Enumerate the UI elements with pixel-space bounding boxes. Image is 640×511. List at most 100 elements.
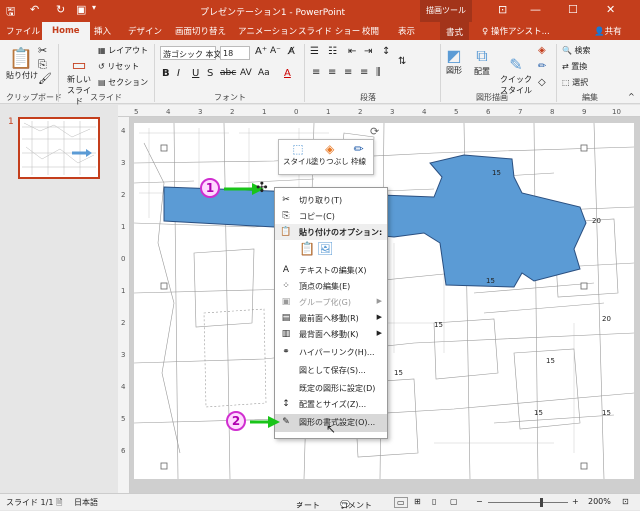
tab-file[interactable]: ファイル	[6, 25, 40, 37]
tab-insert[interactable]: 挿入	[94, 25, 111, 37]
ribbon-separator	[304, 44, 305, 102]
spellcheck-icon[interactable]: 🗎	[56, 497, 62, 511]
find-button[interactable]: 🔍 検索	[562, 45, 591, 56]
map-label-20: 20	[592, 217, 601, 225]
shape-outline-icon[interactable]: ✏	[538, 61, 546, 72]
select-button[interactable]: ⬚ 選択	[562, 77, 588, 88]
bold-icon[interactable]: B	[162, 68, 170, 79]
tab-transitions[interactable]: 画面切り替え	[175, 25, 226, 37]
reading-view-icon[interactable]: ▯	[432, 497, 436, 506]
arrange-button[interactable]: ⧉ 配置	[474, 46, 490, 77]
map-label-15: 15	[486, 277, 495, 285]
paste-button[interactable]: 📋 貼り付け	[6, 46, 38, 81]
menu-item-edit-points[interactable]: ⁘ 頂点の編集(E)	[275, 278, 387, 294]
reset-button[interactable]: ↺ リセット	[98, 61, 139, 72]
shadow-icon[interactable]: S	[207, 68, 213, 79]
menu-item-label: 貼り付けのオプション:	[299, 228, 383, 237]
underline-icon[interactable]: U	[192, 68, 199, 79]
section-button[interactable]: ▤ セクション	[98, 77, 148, 88]
rotate-handle-icon[interactable]: ⟳	[370, 125, 379, 138]
menu-item-copy[interactable]: ⎘ コピー(C)	[275, 208, 387, 224]
undo-icon[interactable]: ↶	[30, 3, 39, 16]
clear-format-icon[interactable]: A̸	[288, 46, 295, 57]
minimize-icon[interactable]: —	[530, 3, 541, 16]
shapes-button[interactable]: ◩ 図形	[446, 46, 462, 76]
cut-icon[interactable]: ✂	[38, 44, 47, 57]
shape-fill-icon[interactable]: ◈	[538, 45, 546, 56]
shrink-font-icon[interactable]: A⁻	[270, 46, 281, 56]
ribbon-separator	[154, 44, 155, 102]
line-spacing-icon[interactable]: ↕	[382, 46, 390, 57]
style-button[interactable]: ⬚ スタイル	[283, 142, 313, 167]
format-painter-icon[interactable]: 🖌	[38, 72, 52, 85]
menu-item-size-position[interactable]: ↕ 配置とサイズ(Z)...	[275, 396, 387, 412]
align-right-icon[interactable]: ≡	[344, 67, 352, 78]
increase-indent-icon[interactable]: ⇥	[364, 46, 372, 57]
grow-font-icon[interactable]: A⁺	[255, 46, 267, 57]
menu-item-hyperlink[interactable]: ⚭ ハイパーリンク(H)...	[275, 344, 387, 360]
menu-item-bring-to-front[interactable]: ▤ 最前面へ移動(R) ▶	[275, 310, 387, 326]
spacing-icon[interactable]: AV	[240, 68, 252, 78]
menu-item-save-as-picture[interactable]: 図として保存(S)...	[275, 362, 387, 378]
tab-slideshow[interactable]: スライド ショー	[298, 25, 360, 37]
slide-sorter-icon[interactable]: ⊞	[414, 497, 421, 506]
ribbon-options-icon[interactable]: ⊡	[498, 3, 507, 16]
align-left-icon[interactable]: ≡	[312, 67, 320, 78]
font-size-select[interactable]: 18	[220, 46, 250, 60]
fill-button[interactable]: ◈ 塗りつぶし	[311, 142, 349, 167]
slideshow-icon[interactable]: ▣	[76, 3, 86, 16]
text-direction-icon[interactable]: ⇅	[398, 56, 406, 67]
align-center-icon[interactable]: ≡	[328, 67, 336, 78]
tab-format[interactable]: 書式	[440, 22, 470, 40]
close-icon[interactable]: ✕	[606, 3, 615, 16]
tell-me-box[interactable]: ♀ 操作アシスト...	[482, 25, 550, 37]
slide-thumbnail[interactable]	[18, 117, 100, 179]
layout-button[interactable]: ▦ レイアウト	[98, 45, 148, 56]
user-icon: 👤	[594, 27, 605, 37]
strikethrough-icon[interactable]: abc	[220, 68, 236, 78]
menu-item-send-to-back[interactable]: ▥ 最背面へ移動(K) ▶	[275, 326, 387, 342]
svg-text:1: 1	[121, 223, 125, 231]
normal-view-icon[interactable]: ▭	[394, 497, 408, 508]
decrease-indent-icon[interactable]: ⇤	[348, 46, 356, 57]
bullets-icon[interactable]: ☰	[310, 46, 319, 57]
language-label[interactable]: 日本語	[74, 497, 98, 508]
zoom-level[interactable]: 200%	[588, 497, 611, 506]
zoom-out-icon[interactable]: −	[476, 497, 483, 506]
maximize-icon[interactable]: ☐	[568, 3, 578, 16]
slideshow-view-icon[interactable]: ▢	[450, 497, 458, 506]
shape-effects-icon[interactable]: ◇	[538, 77, 546, 88]
tab-review[interactable]: 校閲	[362, 25, 379, 37]
tab-home[interactable]: Home	[42, 22, 90, 40]
tab-design[interactable]: デザイン	[128, 25, 162, 37]
justify-icon[interactable]: ≡	[360, 67, 368, 78]
redo-icon[interactable]: ↻	[56, 3, 65, 16]
collapse-ribbon-icon[interactable]: ^	[628, 92, 635, 101]
zoom-slider[interactable]	[488, 502, 568, 503]
save-icon[interactable]: 🖫	[6, 3, 15, 22]
paste-as-picture-icon[interactable]: 🖼	[317, 242, 334, 257]
columns-icon[interactable]: ⫼	[376, 67, 381, 78]
zoom-in-icon[interactable]: +	[572, 497, 579, 506]
share-button[interactable]: 👤共有	[594, 25, 622, 37]
copy-icon[interactable]: ⎘	[38, 58, 47, 72]
tab-view[interactable]: 表示	[398, 25, 415, 37]
menu-item-edit-text[interactable]: A テキストの編集(X)	[275, 262, 387, 278]
replace-button[interactable]: ⇄ 置換	[562, 61, 587, 72]
menu-item-cut[interactable]: ✂ 切り取り(T)	[275, 192, 387, 208]
cursor-icon: ✣	[256, 180, 268, 196]
numbering-icon[interactable]: ☷	[328, 46, 337, 57]
bring-to-front-icon: ▤	[281, 313, 291, 323]
paste-keep-formatting-icon[interactable]: 📋	[299, 242, 315, 257]
zoom-slider-thumb[interactable]	[540, 498, 543, 507]
tab-animations[interactable]: アニメーション	[238, 25, 297, 37]
customize-qat-icon[interactable]: ▾	[92, 3, 96, 12]
font-color-icon[interactable]: A	[284, 68, 291, 79]
fit-slide-icon[interactable]: ⊡	[622, 497, 629, 506]
font-name-select[interactable]: 游ゴシック 本文	[160, 46, 222, 60]
map-label-15: 15	[434, 321, 443, 329]
outline-button[interactable]: ✏ 枠線	[351, 142, 366, 167]
menu-item-set-default-shape[interactable]: 既定の図形に設定(D)	[275, 380, 387, 396]
change-case-icon[interactable]: Aa	[258, 68, 270, 78]
italic-icon[interactable]: I	[177, 68, 180, 79]
